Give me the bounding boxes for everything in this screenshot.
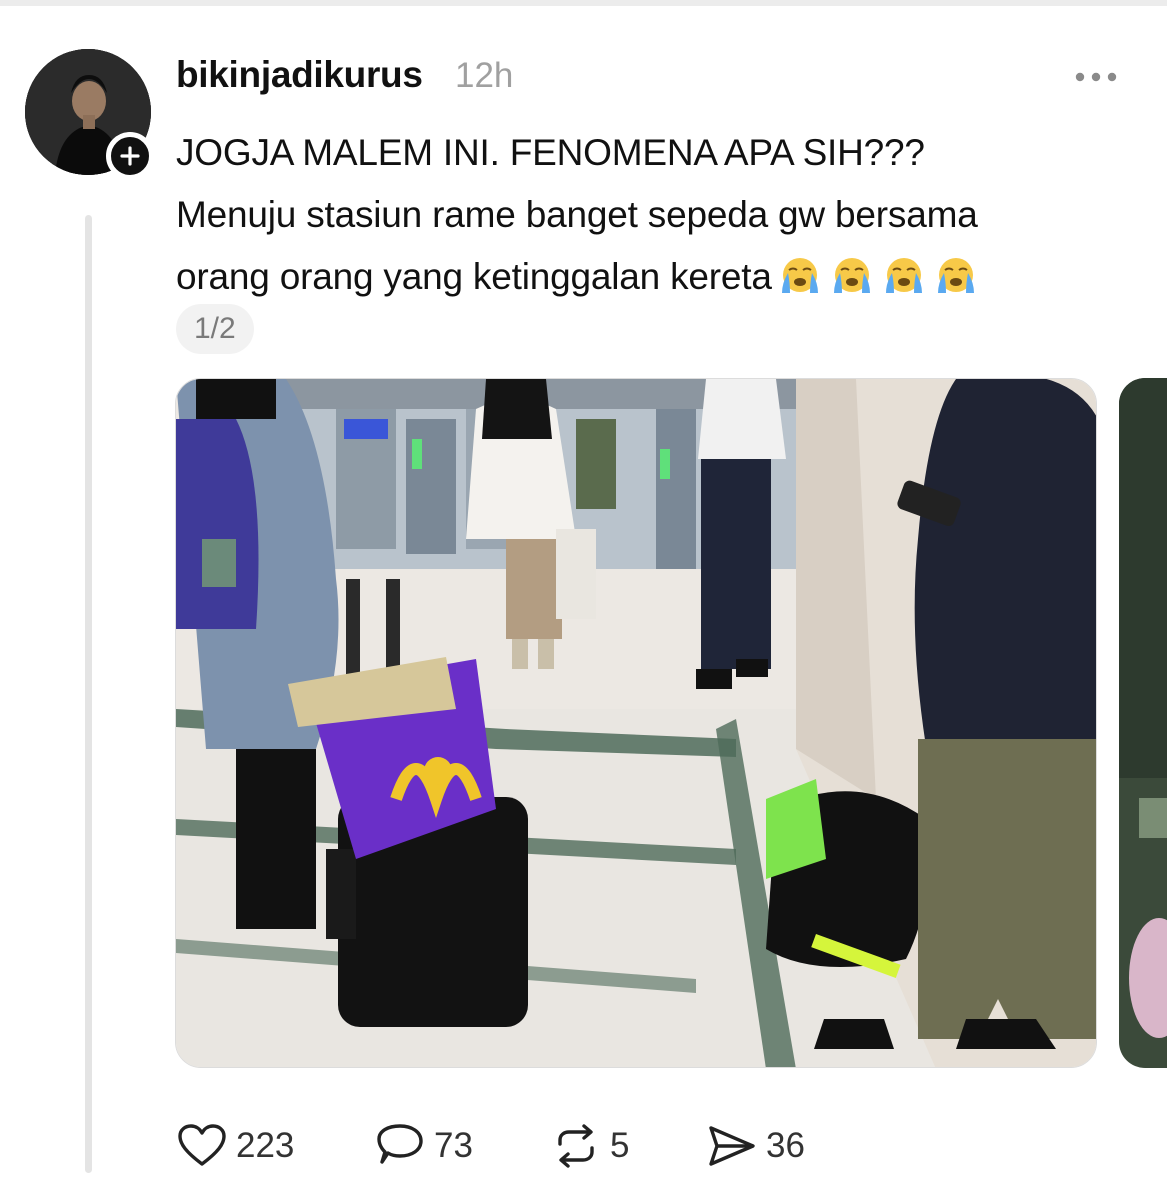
post-caption: JOGJA MALEM INI. FENOMENA APA SIH??? Men… <box>176 122 1156 308</box>
post-photo[interactable] <box>175 378 1097 1068</box>
reply-button[interactable]: 73 <box>374 1118 473 1174</box>
paper-plane-icon <box>709 1126 755 1166</box>
caption-line-with-emoji: orang orang yang ketinggalan kereta <box>176 246 1156 308</box>
caption-line: JOGJA MALEM INI. FENOMENA APA SIH??? <box>176 132 925 173</box>
share-button[interactable]: 36 <box>706 1118 805 1174</box>
loudly-crying-face-icon <box>937 258 974 294</box>
next-photo-thumbnail <box>1119 378 1167 1068</box>
media-pager-badge: 1/2 <box>176 304 254 354</box>
next-photo-preview[interactable] <box>1119 378 1167 1068</box>
emoji-group <box>774 255 982 295</box>
heart-icon <box>178 1124 226 1166</box>
station-scene-image <box>176 379 1096 1067</box>
more-options-button[interactable] <box>1070 60 1122 94</box>
caption-line: Menuju stasiun rame banget sepeda gw ber… <box>176 194 978 235</box>
plus-icon <box>120 146 140 166</box>
repost-arrows-icon <box>558 1124 594 1168</box>
share-count: 36 <box>766 1126 805 1165</box>
loudly-crying-face-icon <box>885 258 922 294</box>
repost-button[interactable]: 5 <box>550 1118 629 1174</box>
loudly-crying-face-icon <box>833 258 870 294</box>
more-horizontal-icon <box>1075 72 1117 82</box>
follow-button[interactable] <box>106 132 154 180</box>
caption-line: orang orang yang ketinggalan kereta <box>176 256 772 297</box>
loudly-crying-face-icon <box>781 258 818 294</box>
speech-bubble-icon <box>377 1124 423 1164</box>
post-time: 12h <box>455 56 514 95</box>
repost-count: 5 <box>610 1126 630 1165</box>
thread-line <box>85 215 92 1173</box>
reply-count: 73 <box>434 1126 473 1165</box>
top-divider <box>0 0 1167 6</box>
username[interactable]: bikinjadikurus <box>176 54 423 96</box>
like-count: 223 <box>236 1126 295 1165</box>
like-button[interactable]: 223 <box>176 1118 294 1174</box>
